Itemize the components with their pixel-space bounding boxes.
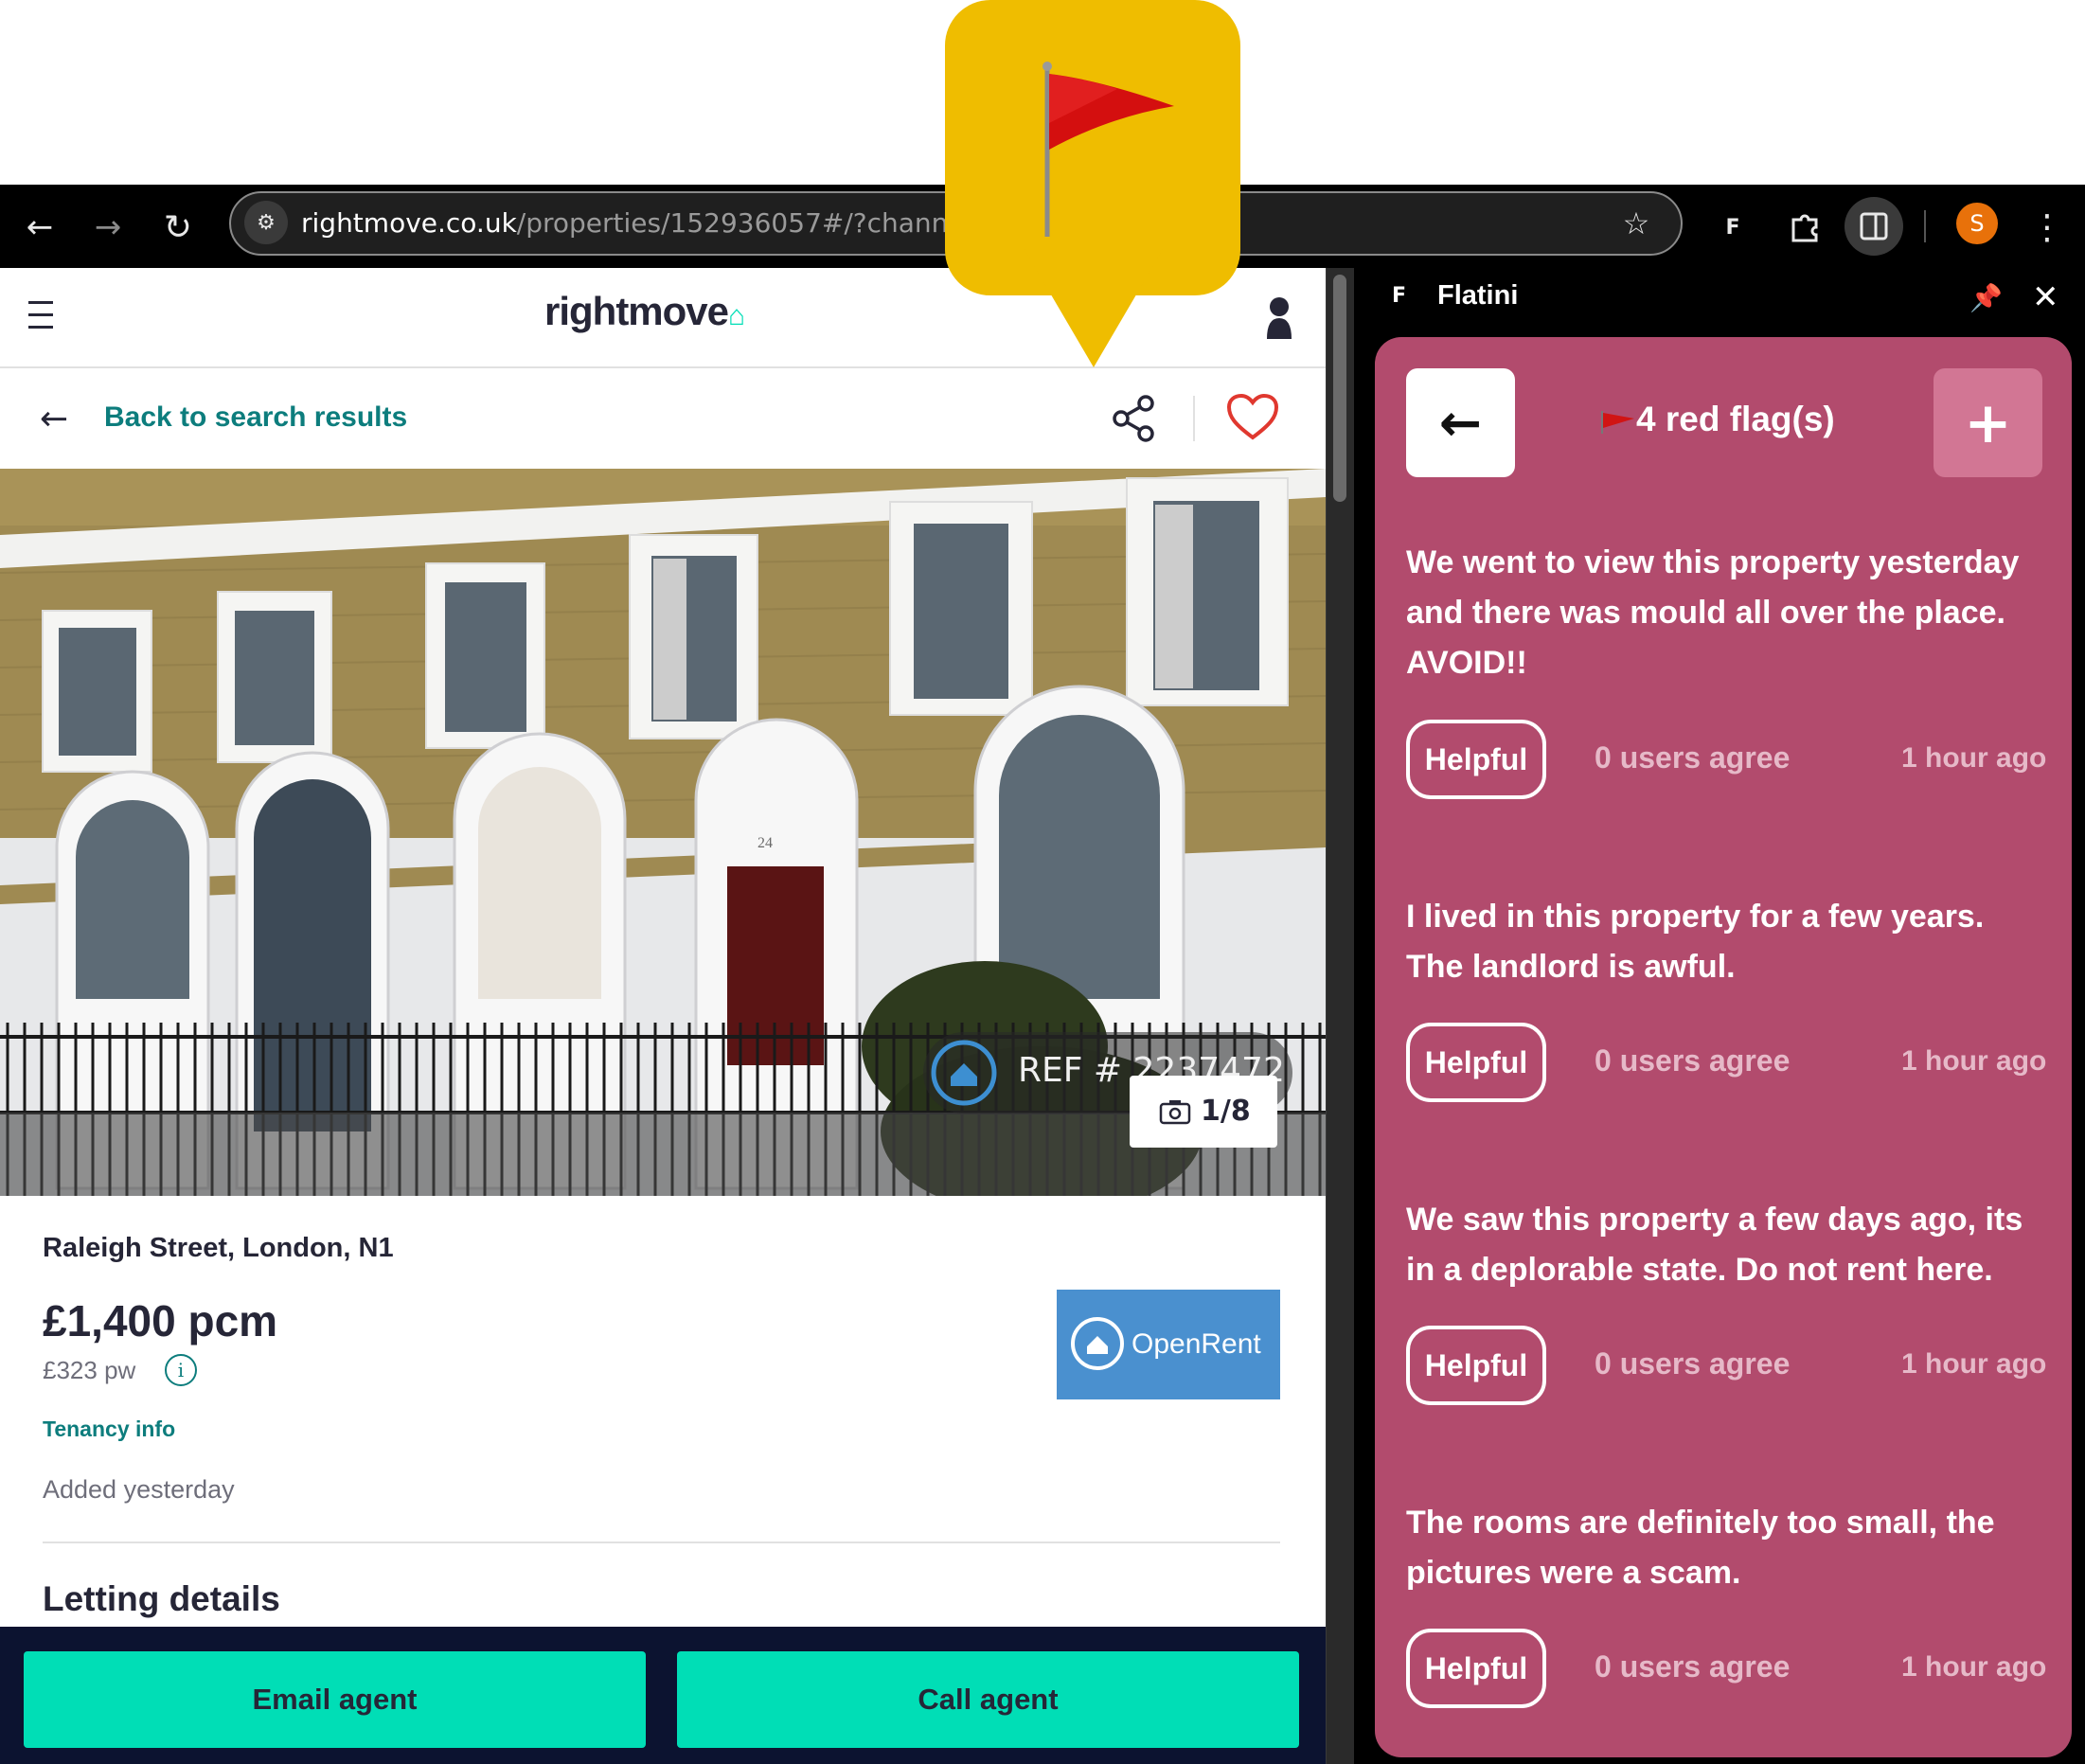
agree-count: 0 users agree — [1595, 1649, 1791, 1684]
flag-timestamp: 1 hour ago — [1901, 1045, 2047, 1077]
hamburger-menu-icon[interactable] — [28, 301, 66, 333]
action-divider — [1193, 396, 1195, 441]
url-text[interactable]: rightmove.co.uk/properties/152936057#/?c… — [301, 203, 964, 244]
side-panel-button[interactable] — [1844, 197, 1903, 256]
site-info-icon[interactable]: ⚙ — [244, 201, 288, 244]
tenancy-info-link[interactable]: Tenancy info — [43, 1417, 175, 1442]
added-date: Added yesterday — [43, 1475, 235, 1504]
back-arrow-icon[interactable]: ← — [40, 400, 68, 438]
user-account-icon[interactable] — [1265, 295, 1293, 341]
flag-comment: I lived in this property for a few years… — [1406, 899, 1985, 985]
rightmove-logo[interactable]: rightmove⌂ — [544, 289, 745, 346]
camera-icon — [1159, 1098, 1191, 1125]
agree-count: 0 users agree — [1595, 1346, 1791, 1381]
photo-counter-text: 1/8 — [1201, 1095, 1251, 1128]
red-flag-icon — [1032, 57, 1174, 246]
flatini-extension-icon-text: F — [1725, 215, 1740, 240]
red-flag-count: 4 red flag(s) — [1598, 400, 1835, 439]
flatini-extension-icon[interactable]: F — [1712, 206, 1754, 248]
logo-house-icon: ⌂ — [728, 300, 745, 331]
callout-pointer — [1023, 246, 1165, 369]
helpful-button[interactable]: Helpful — [1406, 1326, 1546, 1405]
card-back-button[interactable]: ← — [1406, 368, 1515, 477]
reload-icon[interactable]: ↻ — [157, 206, 199, 248]
heart-icon[interactable] — [1225, 392, 1280, 441]
red-flag-count-text: 4 red flag(s) — [1636, 400, 1835, 438]
price-pw: £323 pw — [43, 1356, 136, 1384]
agent-logo-text: OpenRent — [1132, 1328, 1261, 1360]
helpful-button[interactable]: Helpful — [1406, 1629, 1546, 1708]
close-icon[interactable]: ✕ — [2032, 278, 2059, 316]
browser-back-icon[interactable]: ← — [19, 206, 61, 248]
bookmark-star-icon[interactable]: ☆ — [1615, 203, 1657, 244]
side-panel-title: Flatini — [1437, 280, 1519, 311]
email-agent-button[interactable]: Email agent — [24, 1651, 646, 1748]
helpful-button[interactable]: Helpful — [1406, 720, 1546, 799]
url-path: /properties/152936057#/?channel= — [516, 207, 964, 239]
helpful-button[interactable]: Helpful — [1406, 1023, 1546, 1102]
share-icon[interactable] — [1108, 392, 1161, 445]
agree-count: 0 users agree — [1595, 1043, 1791, 1078]
door-number: 24 — [757, 835, 773, 851]
letting-details-heading: Letting details — [43, 1579, 280, 1618]
flag-comment: The rooms are definitely too small, the … — [1406, 1505, 1995, 1591]
puzzle-icon[interactable] — [1784, 206, 1826, 248]
side-panel-icon — [1860, 212, 1888, 241]
flatini-icon: F — [1392, 284, 1407, 308]
logo-text: rightmove — [544, 289, 729, 333]
kebab-menu-icon[interactable]: ⋮ — [2026, 206, 2068, 248]
agree-count: 0 users agree — [1595, 740, 1791, 775]
pin-icon[interactable]: 📌 — [1969, 282, 2003, 313]
flag-timestamp: 1 hour ago — [1901, 742, 2047, 774]
flag-timestamp: 1 hour ago — [1901, 1348, 2047, 1380]
toolbar-separator — [1924, 210, 1926, 242]
section-divider — [43, 1541, 1280, 1543]
property-address: Raleigh Street, London, N1 — [43, 1233, 394, 1263]
avatar-letter: S — [1969, 210, 1985, 237]
info-icon[interactable]: i — [165, 1354, 197, 1386]
profile-avatar[interactable]: S — [1956, 203, 1998, 244]
scrollbar-thumb[interactable] — [1333, 275, 1346, 502]
flag-timestamp: 1 hour ago — [1901, 1651, 2047, 1683]
openrent-watermark-icon — [928, 1037, 1000, 1109]
price-pcm: £1,400 pcm — [43, 1296, 278, 1345]
openrent-logo-icon — [1068, 1314, 1127, 1373]
flag-comment: We went to view this property yesterday … — [1406, 544, 2020, 681]
call-agent-button[interactable]: Call agent — [677, 1651, 1299, 1748]
red-flag-icon — [1601, 411, 1634, 435]
browser-forward-icon[interactable]: → — [87, 206, 129, 248]
add-flag-button[interactable]: + — [1934, 368, 2042, 477]
back-to-search-link[interactable]: Back to search results — [104, 401, 407, 434]
flag-comment: We saw this property a few days ago, its… — [1406, 1202, 2023, 1288]
url-host: rightmove.co.uk — [301, 207, 517, 239]
